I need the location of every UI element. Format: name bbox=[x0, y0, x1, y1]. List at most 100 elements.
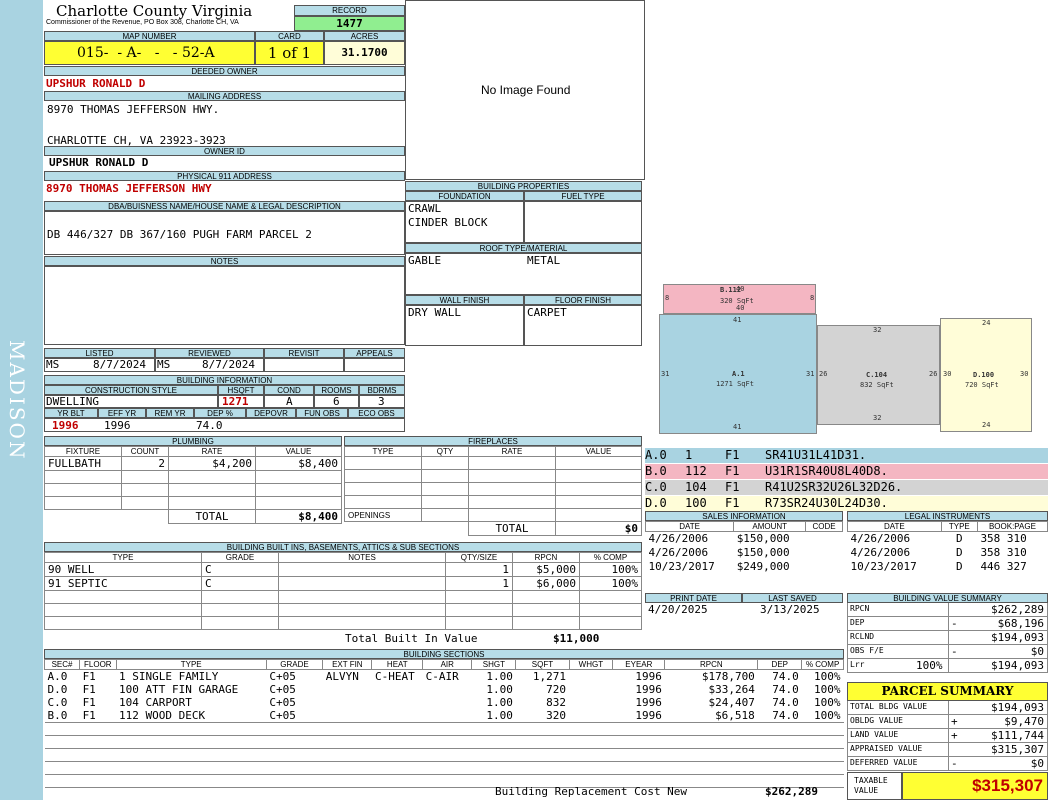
sketch-dim: 40 bbox=[736, 304, 745, 312]
mailing-address-label: MAILING ADDRESS bbox=[44, 91, 405, 101]
section-heat bbox=[372, 683, 423, 696]
brcn-value: $262,289 bbox=[765, 785, 818, 798]
owner-id: UPSHUR RONALD D bbox=[49, 156, 149, 169]
section-comp: 100% bbox=[814, 670, 841, 683]
summary-label: OBLDG VALUE bbox=[850, 716, 903, 725]
summary-row: TOTAL BLDG VALUE $194,093 bbox=[847, 701, 1048, 715]
section-sqft: 1,271 bbox=[532, 670, 567, 683]
section-air bbox=[423, 709, 472, 723]
table-row: A.0 F1 1 SINGLE FAMILY C+05 ALVYN C-HEAT C-AIR… bbox=[45, 670, 844, 684]
summary-value: $194,093 bbox=[991, 631, 1044, 644]
legal-table: DATE TYPE BOOK:PAGE 4/26/2006 D 358 310 4/2… bbox=[847, 521, 1049, 574]
sketch-dim: 24 bbox=[982, 421, 991, 429]
summary-sign: - bbox=[951, 757, 958, 770]
notes-label: NOTES bbox=[44, 256, 405, 266]
record-label: RECORD bbox=[294, 5, 405, 16]
section-dep: 74.0 bbox=[772, 709, 799, 722]
sales-col: CODE bbox=[805, 521, 843, 532]
section-grade: C+05 bbox=[269, 709, 296, 722]
section-type: 1 SINGLE FAMILY bbox=[119, 670, 219, 683]
summary-value: $262,289 bbox=[991, 603, 1044, 616]
reviewed-label: REVIEWED bbox=[155, 348, 264, 358]
section-col: GRADE bbox=[265, 659, 324, 670]
builtins-col: QTY/SIZE bbox=[445, 552, 513, 563]
section-eyear: 1996 bbox=[635, 670, 662, 683]
summary-label: TOTAL BLDG VALUE bbox=[850, 702, 928, 711]
builtins-title: BUILDING BUILT INS, BASEMENTS, ATTICS & … bbox=[44, 542, 642, 552]
section-grade: C+05 bbox=[269, 670, 296, 683]
section-sec: A.0 bbox=[47, 670, 68, 683]
revisit-box bbox=[264, 358, 344, 372]
section-shgt: 1.00 bbox=[486, 670, 513, 683]
brcn-label: Building Replacement Cost New bbox=[495, 785, 688, 798]
sale-date: 4/26/2006 bbox=[648, 532, 709, 546]
sketch-section-d: D.100 720 SqFt bbox=[940, 318, 1032, 432]
traverse-sec: C.0 bbox=[645, 480, 667, 494]
dep-label: DEP % bbox=[194, 408, 246, 418]
fireplace-col: QTY bbox=[421, 446, 469, 457]
last-saved: 3/13/2025 bbox=[760, 603, 820, 616]
section-shgt: 1.00 bbox=[486, 696, 513, 709]
summary-value: $111,744 bbox=[991, 729, 1044, 742]
traverse-sec: D.0 bbox=[645, 496, 667, 510]
legal-type: D bbox=[956, 560, 963, 573]
wall-finish: DRY WALL bbox=[408, 306, 461, 319]
table-row: 4/26/2006 $150,000 bbox=[646, 546, 843, 560]
summary-row: Lrr 100% $194,093 bbox=[847, 659, 1048, 673]
mailing-line-2 bbox=[47, 118, 226, 133]
section-col: % COMP bbox=[801, 659, 844, 670]
physical-address-label: PHYSICAL 911 ADDRESS bbox=[44, 171, 405, 181]
summary-row: APPRAISED VALUE $315,307 bbox=[847, 743, 1048, 757]
bvs-title: BUILDING VALUE SUMMARY bbox=[847, 593, 1048, 603]
summary-label: DEP bbox=[850, 618, 865, 627]
legal-date: 4/26/2006 bbox=[850, 546, 911, 559]
summary-value: $315,307 bbox=[991, 743, 1044, 756]
reviewed-by: MS bbox=[157, 358, 171, 371]
roof-type: GABLE bbox=[408, 254, 442, 267]
section-whgt bbox=[569, 670, 613, 684]
sketch-dim: 32 bbox=[873, 326, 882, 334]
sales-title: SALES INFORMATION bbox=[645, 511, 843, 521]
section-heat bbox=[372, 709, 423, 723]
traverse-row: A.0 1 F1 SR41U31L41D31. bbox=[645, 448, 1048, 464]
builtins-total-label: Total Built In Value bbox=[345, 632, 478, 645]
sketch-label: A.1 bbox=[732, 370, 745, 378]
foundation-1: CRAWL bbox=[408, 202, 442, 215]
print-date: 4/20/2025 bbox=[648, 603, 708, 616]
summary-label: APPRAISED VALUE bbox=[850, 744, 923, 753]
traverse-sec: A.0 bbox=[645, 448, 667, 462]
section-col: AIR bbox=[422, 659, 473, 670]
table-row: C.0 F1 104 CARPORT C+05 1.00 832 1996 $24,407 74… bbox=[45, 696, 844, 709]
fuel-type-label: FUEL TYPE bbox=[524, 191, 642, 201]
table-row: 10/23/2017 $249,000 bbox=[646, 560, 843, 574]
section-whgt bbox=[569, 709, 613, 723]
sketch-label: C.104 bbox=[866, 371, 888, 379]
builtin-rpcn: $5,000 bbox=[512, 562, 580, 577]
summary-sign: - bbox=[951, 617, 958, 630]
owner-id-label: OWNER ID bbox=[44, 146, 405, 156]
district-name: MADISON bbox=[5, 340, 29, 461]
table-row: 91 SEPTIC C 1 $6,000 100% bbox=[44, 576, 642, 591]
traverse-floor: F1 bbox=[725, 464, 740, 478]
section-comp: 100% bbox=[814, 709, 841, 722]
section-rpcn: $33,264 bbox=[708, 683, 755, 696]
sketch-dim: 26 bbox=[929, 370, 938, 378]
traverse-code: 112 bbox=[685, 464, 707, 478]
section-floor: F1 bbox=[82, 709, 96, 722]
cond-label: COND bbox=[264, 385, 314, 395]
summary-value: $9,470 bbox=[1004, 715, 1044, 728]
section-type: 112 WOOD DECK bbox=[119, 709, 206, 722]
bdrms-value: 3 bbox=[378, 395, 385, 408]
legal-description: DB 446/327 DB 367/160 PUGH FARM PARCEL 2 bbox=[47, 228, 312, 241]
listed-by: MS bbox=[46, 358, 60, 371]
fireplace-total: $0 bbox=[555, 521, 642, 536]
section-comp: 100% bbox=[814, 683, 841, 696]
section-ext: ALVYN bbox=[325, 670, 359, 683]
rooms-value: 6 bbox=[333, 395, 340, 408]
remyr-label: REM YR bbox=[146, 408, 194, 418]
section-col: SHGT bbox=[471, 659, 517, 670]
foundation-2: CINDER BLOCK bbox=[408, 216, 488, 229]
summary-value: $194,093 bbox=[991, 659, 1044, 672]
section-ext bbox=[323, 696, 372, 709]
sale-date: 4/26/2006 bbox=[648, 546, 709, 559]
